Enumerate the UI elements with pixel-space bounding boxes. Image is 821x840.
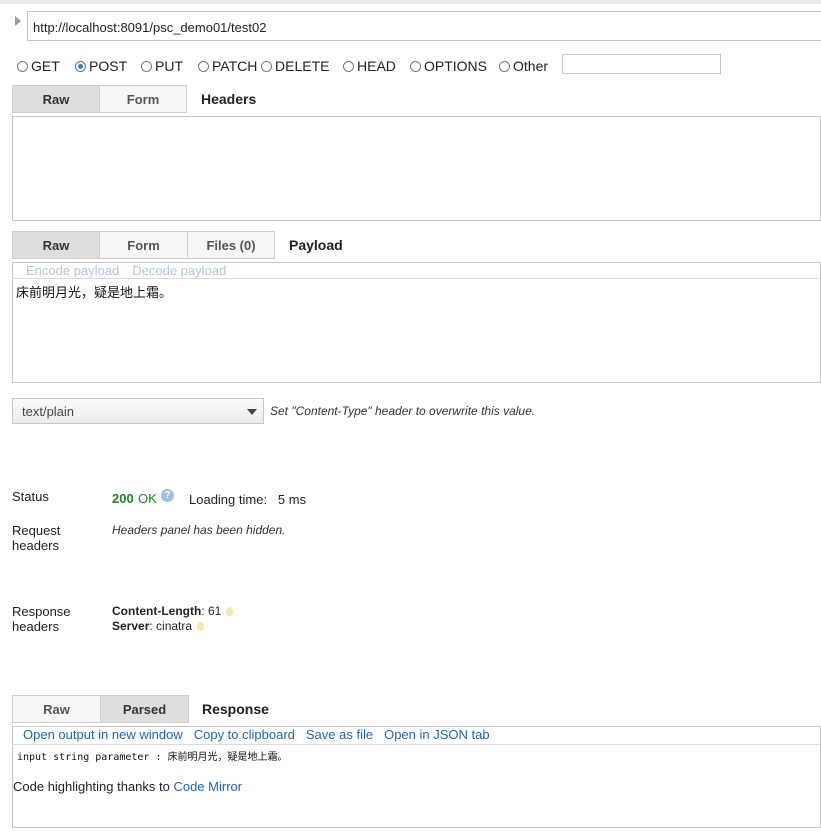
radio-icon[interactable] — [343, 60, 354, 72]
request-headers-label-line1: Request — [12, 523, 61, 538]
top-bar — [0, 0, 821, 4]
other-method-input[interactable] — [562, 54, 721, 74]
radio-icon[interactable] — [410, 60, 421, 72]
method-options[interactable]: OPTIONS — [410, 57, 487, 75]
encode-payload-link[interactable]: Encode payload — [26, 263, 119, 278]
header-value: cinatra — [156, 619, 193, 633]
payload-tab-raw[interactable]: Raw — [12, 231, 100, 259]
content-type-value: text/plain — [22, 403, 75, 419]
radio-icon[interactable] — [261, 60, 272, 72]
copy-clipboard-link[interactable]: Copy to clipboard — [194, 727, 295, 742]
content-type-select[interactable]: text/plain — [12, 398, 264, 424]
headers-textarea[interactable] — [12, 116, 821, 221]
headers-title: Headers — [201, 91, 257, 107]
open-json-tab-link[interactable]: Open in JSON tab — [384, 727, 490, 742]
bulb-icon[interactable] — [226, 607, 234, 617]
help-icon[interactable]: ? — [161, 489, 174, 502]
code-credit: Code highlighting thanks to Code Mirror — [13, 779, 242, 794]
bulb-icon[interactable] — [197, 622, 205, 632]
divider — [12, 278, 821, 279]
response-tab-parsed[interactable]: Parsed — [100, 695, 189, 723]
headers-tab-raw[interactable]: Raw — [12, 85, 100, 113]
response-links: Open output in new window Copy to clipboa… — [23, 727, 501, 742]
headers-tab-form[interactable]: Form — [99, 85, 187, 113]
save-file-link[interactable]: Save as file — [306, 727, 373, 742]
decode-payload-link[interactable]: Decode payload — [132, 263, 226, 278]
loading-time: Loading time: 5 ms — [189, 492, 306, 507]
loading-time-value: 5 ms — [277, 492, 307, 507]
header-value: 61 — [207, 604, 222, 618]
method-head[interactable]: HEAD — [343, 57, 396, 75]
method-put[interactable]: PUT — [141, 57, 183, 75]
response-header-item: Content-Length: 61 — [112, 604, 234, 618]
response-headers-label-line2: headers — [12, 619, 59, 634]
method-delete[interactable]: DELETE — [261, 57, 329, 75]
divider — [12, 744, 821, 745]
url-text: http://localhost:8091/psc_demo01/test02 — [33, 20, 267, 35]
response-title: Response — [202, 701, 269, 717]
expand-arrow-icon[interactable] — [15, 16, 21, 26]
response-header-item: Server: cinatra — [112, 619, 205, 633]
payload-links: Encode payload Decode payload — [26, 263, 239, 278]
status-text: OK — [138, 491, 157, 506]
header-name: Server — [112, 619, 150, 633]
payload-textarea[interactable] — [12, 262, 821, 383]
status-label: Status — [12, 489, 49, 504]
payload-title: Payload — [289, 237, 343, 253]
credit-text: Code highlighting thanks to — [13, 779, 170, 794]
method-options-label: OPTIONS — [424, 58, 488, 74]
payload-tab-form[interactable]: Form — [99, 231, 188, 259]
response-output: input string parameter : 床前明月光，疑是地上霜。 — [17, 752, 288, 763]
method-get-label: GET — [31, 58, 60, 74]
header-name: Content-Length — [112, 604, 202, 618]
method-other-label: Other — [513, 58, 549, 74]
loading-time-label: Loading time: — [189, 492, 268, 507]
open-output-link[interactable]: Open output in new window — [23, 727, 183, 742]
response-tab-raw[interactable]: Raw — [12, 695, 101, 723]
code-mirror-link[interactable]: Code Mirror — [173, 779, 242, 794]
method-patch[interactable]: PATCH — [198, 57, 257, 75]
method-patch-label: PATCH — [212, 58, 258, 74]
method-delete-label: DELETE — [275, 58, 330, 74]
request-headers-label-line2: headers — [12, 538, 59, 553]
status-code: 200 — [112, 491, 134, 506]
payload-body: 床前明月光，疑是地上霜。 — [16, 285, 173, 300]
request-headers-label: Request headers — [12, 523, 60, 553]
method-head-label: HEAD — [357, 58, 396, 74]
radio-selected-icon[interactable] — [75, 60, 86, 72]
radio-icon[interactable] — [198, 60, 209, 72]
radio-icon[interactable] — [499, 60, 510, 72]
method-post-label: POST — [89, 58, 128, 74]
response-headers-label-line1: Response — [12, 604, 71, 619]
radio-icon[interactable] — [141, 60, 152, 72]
request-headers-note: Headers panel has been hidden. — [112, 523, 286, 537]
response-headers-label: Response headers — [12, 604, 71, 634]
payload-tab-files[interactable]: Files (0) — [187, 231, 275, 259]
radio-icon[interactable] — [17, 60, 28, 72]
dropdown-caret-icon — [247, 409, 257, 415]
method-get[interactable]: GET — [17, 57, 60, 75]
method-post[interactable]: POST — [75, 57, 127, 75]
method-put-label: PUT — [155, 58, 183, 74]
method-other[interactable]: Other — [499, 57, 548, 75]
content-type-hint: Set "Content-Type" header to overwrite t… — [270, 404, 536, 418]
